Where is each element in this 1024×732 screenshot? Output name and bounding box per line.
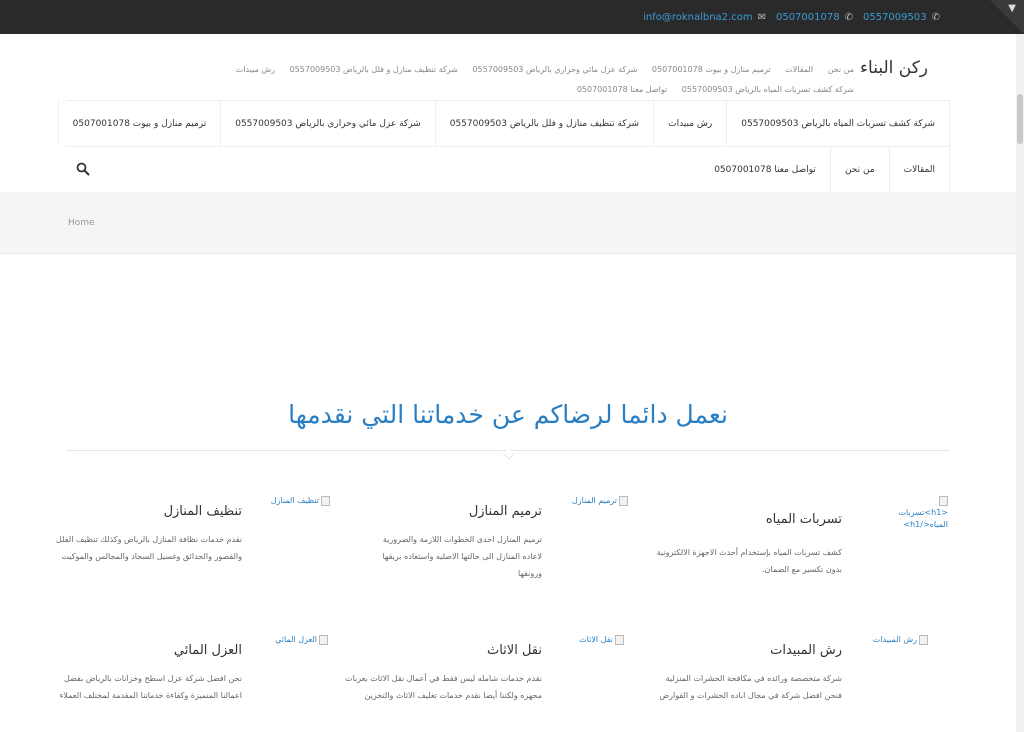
nav-item-about[interactable]: من نحن (829, 147, 889, 192)
service-desc-line: بدون تكسير مع الضمان. (761, 565, 842, 574)
mini-menu-item[interactable]: شركة تنظيف منازل و فلل بالرياض 055700950… (290, 65, 458, 74)
phone-icon: ✆ (931, 11, 940, 23)
service-description: ترميم المنازل احدى الخطوات اللازمة والضر… (282, 531, 542, 582)
service-desc-line: والقصور والحدائق وغسيل السجاد والمجالس و… (61, 552, 242, 561)
image-alt-text: ترميم المنازل (571, 496, 617, 505)
broken-image-icon (919, 634, 928, 645)
header-mini-menu: من نحن المقالات ترميم منازل و بيوت 05070… (88, 60, 854, 100)
mini-menu-item[interactable]: تواصل معنا 0507001078 (577, 85, 667, 94)
service-desc-line: فنحن افضل شركة في مجال اباده الحشرات و ا… (659, 691, 842, 700)
contact-email[interactable]: ✉ info@roknalbna2.com (643, 12, 766, 23)
service-desc-line: اعمالنا المتميزة وكفاءة خدماتنا المقدمة … (59, 691, 242, 700)
image-alt-text: المياه</h1> (903, 520, 948, 529)
mini-menu-item[interactable]: ترميم منازل و بيوت 0507001078 (652, 65, 771, 74)
service-image-furniture-moving: نقل الاثاث (544, 634, 624, 646)
top-bar: ✆ 0557009503 ✆ 0507001078 ✉ info@roknalb… (0, 0, 1024, 34)
service-desc-line: ترميم المنازل احدى الخطوات اللازمة والضر… (382, 535, 542, 544)
service-title: تسربات المياه (765, 512, 842, 527)
top-contacts: ✆ 0557009503 ✆ 0507001078 ✉ info@roknalb… (643, 0, 940, 34)
nav-item-contact[interactable]: تواصل معنا 0507001078 (700, 147, 830, 192)
broken-image-icon (619, 495, 628, 506)
service-image-pesticides: رش المبيدات (848, 634, 928, 646)
image-alt-text: رش المبيدات (872, 635, 917, 644)
broken-image-icon (321, 495, 330, 506)
service-desc-line: كشف تسربات المياه بإستخدام أحدث الاجهزة … (656, 548, 842, 557)
service-title: نقل الاثاث (486, 643, 542, 658)
service-title: تنظيف المنازل (163, 504, 242, 519)
nav-item-water-leak[interactable]: شركة كشف تسربات المياه بالرياض 055700950… (726, 101, 950, 146)
contact-phone-2[interactable]: ✆ 0507001078 (776, 12, 853, 23)
service-desc-line: ورونقها (518, 569, 542, 578)
image-alt-text: نقل الاثاث (579, 635, 613, 644)
service-desc-line: شركة متخصصة ورائده في مكافحة الحشرات الم… (665, 674, 842, 683)
service-title: رش المبيدات (770, 643, 842, 658)
search-icon[interactable] (76, 162, 90, 176)
service-image-renovation: ترميم المنازل (548, 495, 628, 507)
phone-icon: ✆ (844, 11, 853, 23)
nav-item-insulation[interactable]: شركة عزل مائي وحراري بالرياض 0557009503 (220, 101, 434, 146)
corner-toggle-button[interactable] (990, 0, 1024, 34)
nav-item-cleaning[interactable]: شركة تنظيف منازل و فلل بالرياض 055700950… (434, 101, 653, 146)
service-image-water-leak: <h1>تسربات المياه</h1> (888, 495, 948, 531)
email-text[interactable]: info@roknalbna2.com (643, 12, 753, 23)
chevron-down-icon[interactable]: ▼ (1008, 3, 1016, 14)
breadcrumb-band (0, 192, 1016, 254)
service-desc-line: مجهزه ولكننا أيضا نقدم خدمات تغليف الاثا… (364, 691, 542, 700)
mini-menu-item[interactable]: شركة كشف تسربات المياه بالرياض 055700950… (682, 85, 854, 94)
service-title: العزل المائي (173, 643, 242, 658)
service-desc-line: نحن افضل شركة عزل اسطح وخزانات بالرياض ب… (64, 674, 242, 683)
scrollbar-thumb[interactable] (1017, 94, 1023, 144)
service-image-cleaning: تنظيف المنازل (250, 495, 330, 507)
mini-menu-item[interactable]: من نحن (828, 65, 854, 74)
service-title: ترميم المنازل (468, 504, 542, 519)
image-alt-text: العزل المائي (275, 635, 317, 644)
envelope-icon: ✉ (757, 11, 766, 23)
services-section-title: نعمل دائما لرضاكم عن خدماتنا التي نقدمها (288, 400, 728, 429)
breadcrumb[interactable]: Home (68, 218, 95, 228)
phone-2-text[interactable]: 0507001078 (776, 12, 840, 23)
main-nav-row-1: شركة كشف تسربات المياه بالرياض 055700950… (57, 100, 950, 146)
image-alt-text: <h1>تسربات (898, 508, 948, 517)
mini-menu-item[interactable]: رش مبيدات (236, 65, 275, 74)
nav-item-pesticides[interactable]: رش مبيدات (653, 101, 726, 146)
service-image-insulation: العزل المائي (248, 634, 328, 646)
vertical-scrollbar[interactable] (1016, 34, 1024, 732)
site-logo[interactable]: ركن البناء (860, 58, 928, 78)
main-nav-row-2: المقالات من نحن تواصل معنا 0507001078 (66, 146, 950, 192)
broken-image-icon (319, 634, 328, 645)
nav-item-articles[interactable]: المقالات (888, 147, 950, 192)
image-alt-text: تنظيف المنازل (270, 496, 319, 505)
service-description: شركة متخصصة ورائده في مكافحة الحشرات الم… (582, 670, 842, 704)
service-desc-line: نقدم خدمات نظافة المنازل بالرياض وكذلك ت… (56, 535, 242, 544)
service-description: كشف تسربات المياه بإستخدام أحدث الاجهزة … (582, 544, 842, 578)
broken-image-icon (939, 495, 948, 506)
mini-menu-item[interactable]: شركة عزل مائي وحراري بالرياض 0557009503 (472, 65, 637, 74)
service-description: نقدم خدمات نظافة المنازل بالرياض وكذلك ت… (0, 531, 242, 565)
broken-image-icon (615, 634, 624, 645)
phone-1-text[interactable]: 0557009503 (863, 12, 927, 23)
contact-phone-1[interactable]: ✆ 0557009503 (863, 12, 940, 23)
service-desc-line: نقدم خدمات شامله ليس فقط في أعمال نقل ال… (345, 674, 542, 683)
service-desc-line: لاعاده المنازل الى حالتها الاصليه واستعا… (382, 552, 542, 561)
mini-menu-item[interactable]: المقالات (785, 65, 813, 74)
nav-item-renovation[interactable]: ترميم منازل و بيوت 0507001078 (57, 101, 221, 146)
service-description: نقدم خدمات شامله ليس فقط في أعمال نقل ال… (282, 670, 542, 704)
service-description: نحن افضل شركة عزل اسطح وخزانات بالرياض ب… (0, 670, 242, 704)
